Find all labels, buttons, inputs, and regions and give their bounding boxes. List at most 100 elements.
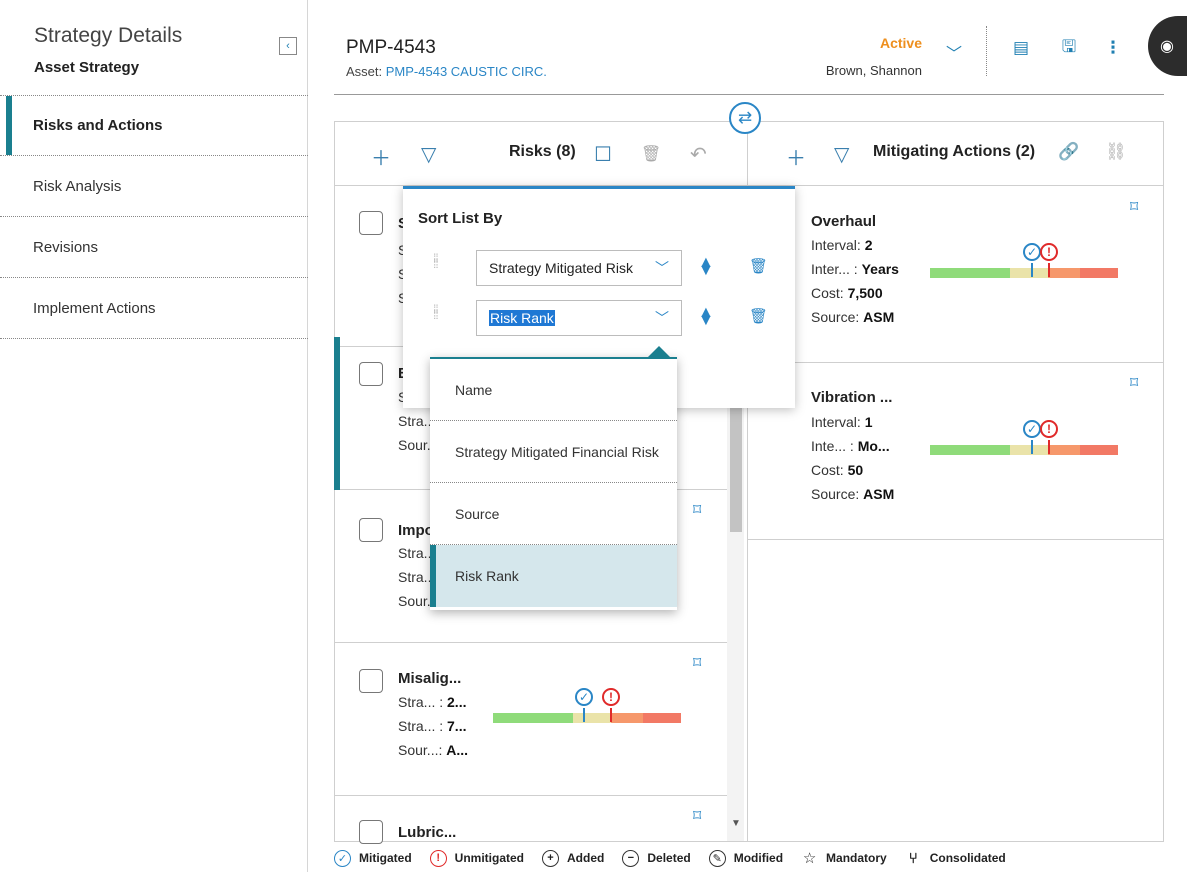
dropdown-option-strategy-mitigated-financial-risk[interactable]: Strategy Mitigated Financial Risk	[430, 421, 677, 483]
link-icon[interactable]: 🔗	[1058, 142, 1079, 162]
swap-panels-icon[interactable]: ⇄	[729, 102, 761, 134]
page-title: PMP-4543	[346, 37, 436, 58]
expand-icon[interactable]: ⌑	[693, 500, 701, 520]
legend-item: ✎ Modified	[708, 849, 783, 867]
side-panel-toggle-icon[interactable]: ◉	[1148, 16, 1187, 76]
sort-field-dropdown: Name Strategy Mitigated Financial Risk S…	[430, 357, 677, 610]
risk-checkbox[interactable]	[359, 820, 383, 844]
delete-sort-icon[interactable]: 🗑	[749, 257, 768, 275]
pencil-circle-icon: ✎	[708, 849, 726, 867]
mitigating-title: Mitigating Actions (2)	[873, 143, 1036, 160]
dropdown-option-risk-rank[interactable]: Risk Rank	[430, 545, 677, 607]
filter-icon[interactable]: ▽	[834, 142, 849, 167]
unmitigated-tick	[1048, 263, 1050, 277]
delete-sort-icon[interactable]: 🗑	[749, 307, 768, 325]
risk-card[interactable]: ⌑ Lubric...	[335, 796, 727, 844]
unlink-icon[interactable]: ⛓	[1105, 142, 1127, 162]
chevron-down-icon[interactable]: ﹀	[946, 40, 962, 64]
field-value: 2...	[447, 694, 467, 710]
action-field: Source: ASM	[811, 486, 894, 502]
dropdown-caret	[648, 346, 670, 357]
asset-link[interactable]: PMP-4543 CAUSTIC CIRC.	[386, 64, 547, 79]
legend-item: + Added	[542, 849, 605, 867]
expand-icon[interactable]: ⌑	[693, 806, 701, 826]
expand-icon[interactable]: ⌑	[1130, 197, 1138, 217]
sort-field-select[interactable]: Risk Rank ﹀	[476, 300, 682, 336]
sidebar-item-revisions[interactable]: Revisions	[0, 217, 308, 278]
collapse-sidebar-icon[interactable]: ‹	[279, 37, 297, 55]
risk-bar: ✓ !	[930, 420, 1118, 455]
plus-circle-icon: +	[542, 849, 560, 867]
add-risk-icon[interactable]: ＋	[371, 142, 391, 171]
mitigated-tick	[1031, 263, 1033, 277]
action-field: Interval: 1	[811, 414, 873, 430]
field-label: Interval:	[811, 414, 861, 430]
sort-direction-icon[interactable]: ▲ ▼	[698, 255, 714, 279]
filter-icon[interactable]: ▽	[421, 142, 436, 167]
action-field: Inter... : Years	[811, 261, 899, 277]
delete-icon[interactable]: 🗑	[641, 144, 661, 164]
field-value: 2	[864, 237, 873, 253]
action-field: Cost: 50	[811, 462, 863, 478]
star-outline-icon: ☆	[801, 849, 819, 867]
copy-icon[interactable]: ☐	[594, 142, 612, 167]
drag-handle-icon[interactable]: ⁞⁞ ⁞⁞	[433, 252, 439, 270]
risk-name: Impo	[398, 522, 434, 539]
field-value: 7,500	[847, 285, 883, 301]
scroll-down-icon[interactable]: ▼	[731, 818, 741, 829]
sidebar-item-implement-actions[interactable]: Implement Actions	[0, 278, 308, 339]
action-card[interactable]: ⌑ Overhaul Interval: 2 Inter... : Years …	[748, 187, 1163, 363]
dropdown-option-source[interactable]: Source	[430, 483, 677, 545]
sidebar-subtitle: Asset Strategy	[34, 59, 140, 76]
add-action-icon[interactable]: ＋	[786, 142, 806, 171]
unmitigated-tick	[610, 708, 612, 722]
risk-bar-yellow	[1010, 268, 1048, 278]
risk-field: Stra... : 7...	[398, 718, 466, 734]
risk-card[interactable]: ⌑ Misalig... Stra... : 2... Stra... : 7.…	[335, 643, 727, 796]
expand-icon[interactable]: ⌑	[693, 653, 701, 673]
legend-label: Mandatory	[826, 851, 887, 865]
risk-checkbox[interactable]	[359, 518, 383, 542]
legend-label: Deleted	[647, 851, 691, 865]
more-options-icon[interactable]: ⋮	[1103, 38, 1123, 58]
consolidated-icon: ⑂	[904, 849, 922, 867]
field-label: Inte... :	[811, 438, 854, 454]
risk-bar-orange	[611, 713, 643, 723]
mitigating-actions-panel: ＋ ▽ Mitigating Actions (2) 🔗 ⛓ ⌑ Overhau…	[747, 121, 1164, 842]
drag-handle-icon[interactable]: ⁞⁞ ⁞⁞	[433, 303, 439, 321]
dropdown-option-name[interactable]: Name	[430, 359, 677, 421]
sort-field-value: Strategy Mitigated Risk	[489, 260, 633, 276]
risk-bar-orange	[1048, 445, 1080, 455]
check-circle-icon: ✓	[334, 849, 351, 867]
sidebar-title: Strategy Details	[34, 24, 183, 47]
risk-checkbox[interactable]	[359, 362, 383, 386]
sidebar-item-risk-analysis[interactable]: Risk Analysis	[0, 156, 308, 217]
sort-popover-title: Sort List By	[418, 210, 503, 227]
owner-name: Brown, Shannon	[825, 63, 922, 78]
action-name: Vibration ...	[811, 389, 893, 406]
risk-checkbox[interactable]	[359, 669, 383, 693]
risks-scroll-thumb[interactable]	[730, 405, 742, 532]
legend-item: ! Unmitigated	[429, 849, 524, 867]
sort-direction-icon[interactable]: ▲ ▼	[698, 305, 714, 329]
save-icon[interactable]: 🖫	[1059, 37, 1079, 58]
check-circle-icon: ✓	[1023, 420, 1041, 438]
risk-bar-green	[493, 713, 573, 723]
action-card[interactable]: ⌑ Vibration ... Interval: 1 Inte... : Mo…	[748, 363, 1163, 540]
legend-label: Consolidated	[929, 851, 1006, 865]
sidebar-item-risks-and-actions[interactable]: Risks and Actions	[0, 95, 308, 156]
action-field: Cost: 7,500	[811, 285, 883, 301]
details-icon[interactable]: ▤	[1011, 38, 1031, 58]
field-value: 1	[864, 414, 873, 430]
asset-line: Asset: PMP-4543 CAUSTIC CIRC.	[346, 64, 547, 79]
legend-label: Added	[567, 851, 605, 865]
risk-bar-green	[930, 445, 1010, 455]
undo-icon[interactable]: ↶	[690, 142, 707, 167]
field-label: Source:	[811, 486, 860, 502]
risk-bar: ✓ !	[493, 688, 681, 723]
check-circle-icon: ✓	[575, 688, 593, 706]
chevron-down-icon: ﹀	[655, 310, 669, 326]
sort-field-select[interactable]: Strategy Mitigated Risk ﹀	[476, 250, 682, 286]
expand-icon[interactable]: ⌑	[1130, 373, 1138, 393]
risk-checkbox[interactable]	[359, 211, 383, 235]
